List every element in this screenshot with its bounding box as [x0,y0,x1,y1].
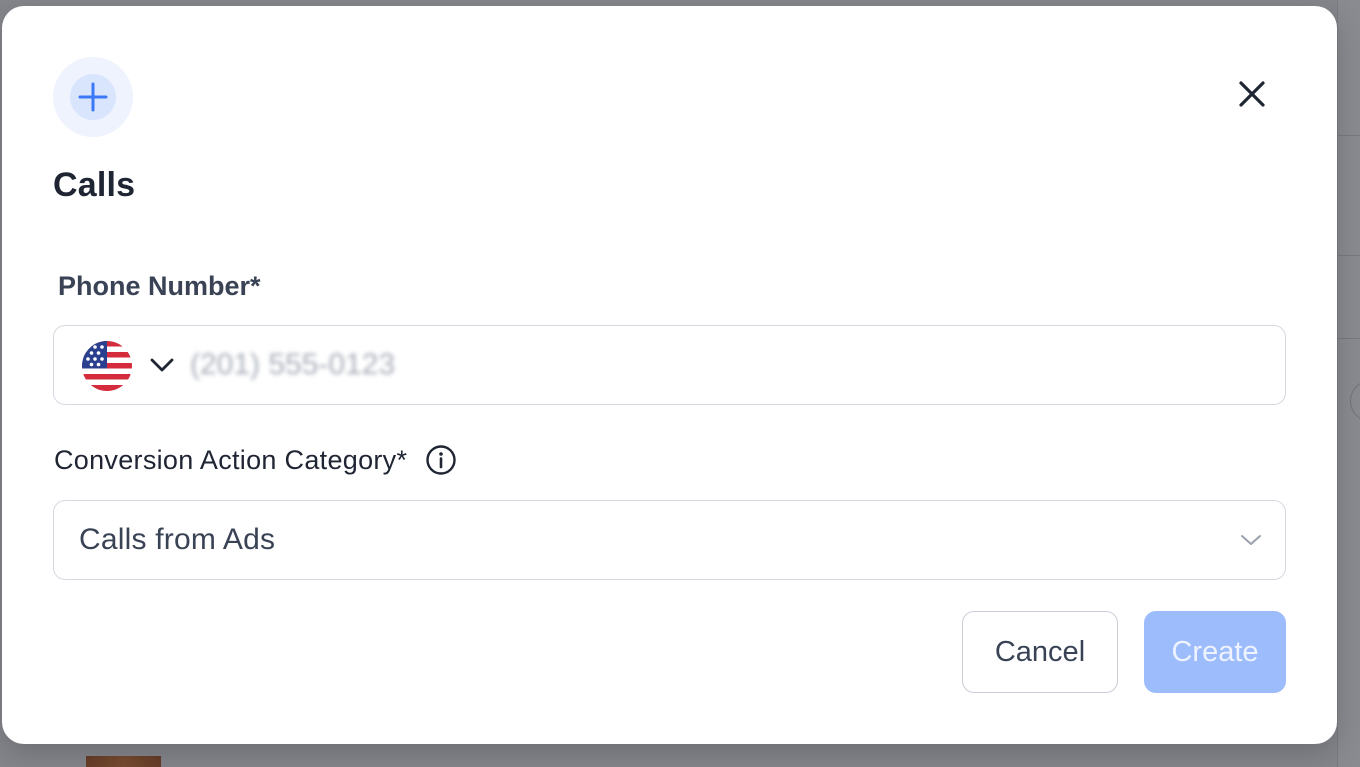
close-icon [1238,80,1266,108]
selected-category-value: Calls from Ads [79,523,276,556]
conversion-category-select[interactable]: Calls from Ads [53,500,1286,580]
phone-number-input[interactable] [190,338,1270,392]
plus-icon [76,80,110,114]
chevron-down-icon [1239,531,1263,549]
plus-badge [53,57,133,137]
close-button[interactable] [1230,72,1274,116]
conversion-category-label: Conversion Action Category* [54,444,408,475]
us-flag-icon [82,341,132,391]
create-calls-dialog: Calls Phone Number* (201) 555-0123 Conve… [2,6,1337,744]
chevron-down-icon[interactable] [149,354,175,376]
phone-number-label: Phone Number* [58,271,261,301]
dialog-title: Calls [53,166,136,204]
info-icon[interactable] [425,444,457,476]
cancel-button[interactable]: Cancel [962,611,1118,693]
conversion-category-label-row: Conversion Action Category* [54,444,457,476]
create-button[interactable]: Create [1144,611,1286,693]
phone-number-field: (201) 555-0123 [53,325,1286,405]
